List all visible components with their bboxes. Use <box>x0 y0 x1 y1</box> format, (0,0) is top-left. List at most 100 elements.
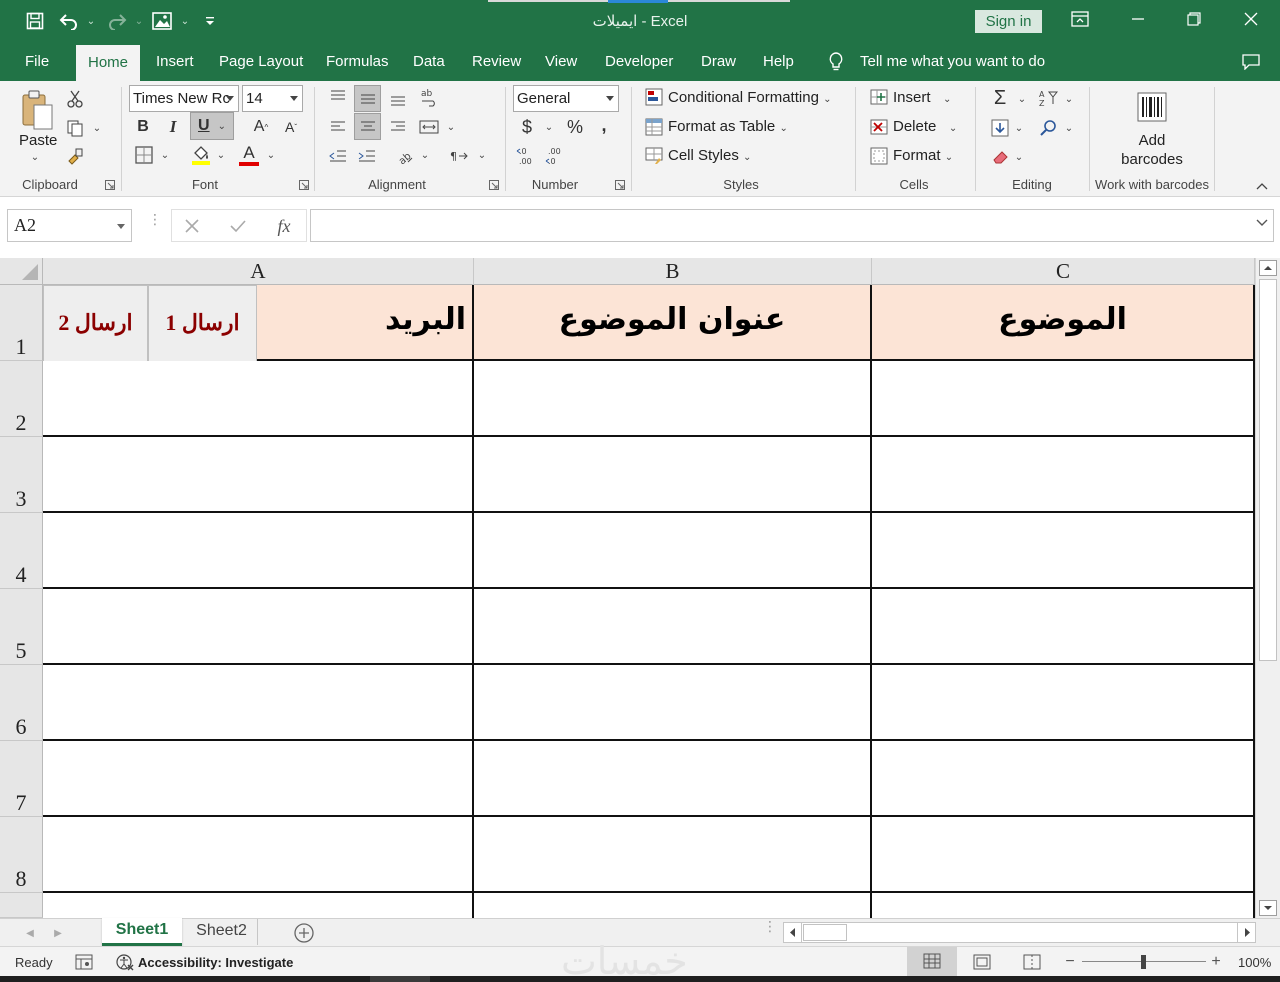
insert-cells-icon[interactable] <box>869 87 889 107</box>
column-header-b[interactable]: B <box>474 258 872 285</box>
font-launcher-icon[interactable] <box>298 179 310 191</box>
row-header-5[interactable]: 5 <box>0 589 43 665</box>
tab-developer[interactable]: Developer <box>605 42 673 81</box>
font-color-button[interactable]: A <box>237 143 261 167</box>
confirm-entry-icon[interactable] <box>228 216 248 236</box>
paste-dropdown-icon[interactable]: ⌄ <box>28 151 42 163</box>
send-2-button[interactable]: ارسال 2 <box>43 285 148 362</box>
close-icon[interactable] <box>1240 8 1262 30</box>
currency-button[interactable]: $ <box>518 115 536 139</box>
font-name-combo[interactable]: Times New Rc <box>129 85 239 112</box>
copy-icon[interactable] <box>65 118 85 138</box>
cell-a4[interactable] <box>43 513 474 589</box>
zoom-in-icon[interactable]: + <box>1209 953 1223 971</box>
sign-in-button[interactable]: Sign in <box>975 10 1042 33</box>
cell-a2[interactable] <box>43 361 474 437</box>
horizontal-scroll-thumb[interactable] <box>803 924 847 941</box>
copy-dropdown-icon[interactable]: ⌄ <box>90 121 104 135</box>
orientation-icon[interactable]: ab <box>395 146 415 166</box>
cut-icon[interactable] <box>65 89 85 109</box>
cell-styles-icon[interactable] <box>644 146 664 166</box>
row-header-2[interactable]: 2 <box>0 361 43 437</box>
cell-c8[interactable] <box>872 817 1255 893</box>
currency-dropdown-icon[interactable]: ⌄ <box>542 119 556 135</box>
tab-data[interactable]: Data <box>413 42 445 81</box>
font-color-dropdown-icon[interactable]: ⌄ <box>264 147 278 163</box>
macro-recording-icon[interactable] <box>74 953 94 971</box>
wrap-text-icon[interactable]: ab <box>418 86 440 108</box>
cell-b3[interactable] <box>474 437 872 513</box>
merge-center-icon[interactable] <box>418 116 440 138</box>
prev-sheet-icon[interactable]: ◀ <box>22 925 38 941</box>
zoom-out-icon[interactable]: − <box>1063 953 1077 971</box>
cell-b8[interactable] <box>474 817 872 893</box>
row-header-1[interactable]: 1 <box>0 285 43 361</box>
name-box[interactable]: A2 <box>7 209 132 242</box>
row-header-8[interactable]: 8 <box>0 817 43 893</box>
normal-view-button[interactable] <box>907 947 957 976</box>
autosum-icon[interactable]: Σ <box>989 87 1011 109</box>
cell-b4[interactable] <box>474 513 872 589</box>
save-icon[interactable] <box>24 10 46 32</box>
align-left-icon[interactable] <box>328 117 348 137</box>
cell-c2[interactable] <box>872 361 1255 437</box>
delete-cells-icon[interactable] <box>869 117 889 137</box>
cell-b1[interactable]: عنوان الموضوع <box>474 285 872 361</box>
underline-dropdown-icon[interactable]: ⌄ <box>218 121 226 132</box>
decrease-indent-icon[interactable] <box>328 146 348 166</box>
conditional-formatting-icon[interactable] <box>644 87 664 107</box>
cell-a3[interactable] <box>43 437 474 513</box>
autosum-dropdown-icon[interactable]: ⌄ <box>1015 91 1029 107</box>
clear-dropdown-icon[interactable]: ⌄ <box>1012 149 1026 165</box>
number-format-combo[interactable]: General <box>513 85 619 112</box>
borders-dropdown-icon[interactable]: ⌄ <box>158 147 172 163</box>
vertical-scrollbar[interactable] <box>1255 258 1280 918</box>
align-right-icon[interactable] <box>388 117 408 137</box>
sheet-tab-sheet2[interactable]: Sheet2 <box>186 919 258 945</box>
formula-bar-splitter[interactable]: ⋮ <box>148 212 162 234</box>
cell-c1[interactable]: الموضوع <box>872 285 1255 361</box>
increase-decimal-icon[interactable]: .0.00 <box>516 145 538 167</box>
minimize-icon[interactable] <box>1127 8 1149 30</box>
cell-a9[interactable] <box>43 893 474 918</box>
tab-home[interactable]: Home <box>76 45 141 81</box>
borders-icon[interactable] <box>134 145 154 165</box>
italic-button[interactable]: I <box>162 115 184 139</box>
scroll-left-button[interactable] <box>784 923 802 942</box>
cell-a7[interactable] <box>43 741 474 817</box>
column-header-a[interactable]: A <box>43 258 474 285</box>
merge-dropdown-icon[interactable]: ⌄ <box>444 119 458 135</box>
row-header-3[interactable]: 3 <box>0 437 43 513</box>
comma-style-button[interactable]: , <box>597 113 611 137</box>
scroll-down-button[interactable] <box>1259 900 1277 916</box>
format-cells-icon[interactable] <box>869 146 889 166</box>
cell-c7[interactable] <box>872 741 1255 817</box>
send-1-button[interactable]: ارسال 1 <box>148 285 257 362</box>
cell-c9[interactable] <box>872 893 1255 918</box>
cell-styles-button[interactable]: Cell Styles ⌄ <box>668 147 751 164</box>
sort-filter-dropdown-icon[interactable]: ⌄ <box>1062 91 1076 107</box>
barcode-icon[interactable] <box>1136 91 1168 123</box>
align-top-icon[interactable] <box>328 87 348 107</box>
tab-view[interactable]: View <box>545 42 577 81</box>
tab-formulas[interactable]: Formulas <box>326 42 389 81</box>
vertical-scroll-thumb[interactable] <box>1259 279 1277 661</box>
accessibility-icon[interactable] <box>114 952 136 972</box>
find-select-icon[interactable] <box>1037 117 1059 139</box>
bold-button[interactable]: B <box>132 115 154 139</box>
tab-file[interactable]: File <box>25 42 49 81</box>
tab-draw[interactable]: Draw <box>701 42 736 81</box>
row-header-9[interactable] <box>0 893 43 918</box>
tab-page-layout[interactable]: Page Layout <box>219 42 303 81</box>
alignment-launcher-icon[interactable] <box>488 179 500 191</box>
page-break-view-icon[interactable] <box>1020 952 1044 972</box>
fill-color-dropdown-icon[interactable]: ⌄ <box>214 147 228 163</box>
column-header-c[interactable]: C <box>872 258 1255 285</box>
paste-button[interactable]: Paste <box>19 132 57 149</box>
underline-button[interactable]: U ⌄ <box>190 112 234 140</box>
name-box-dropdown-icon[interactable] <box>117 224 125 229</box>
picture-dropdown-icon[interactable]: ⌄ <box>178 12 192 30</box>
increase-indent-icon[interactable] <box>357 146 377 166</box>
orientation-dropdown-icon[interactable]: ⌄ <box>418 147 432 163</box>
clipboard-launcher-icon[interactable] <box>104 179 116 191</box>
